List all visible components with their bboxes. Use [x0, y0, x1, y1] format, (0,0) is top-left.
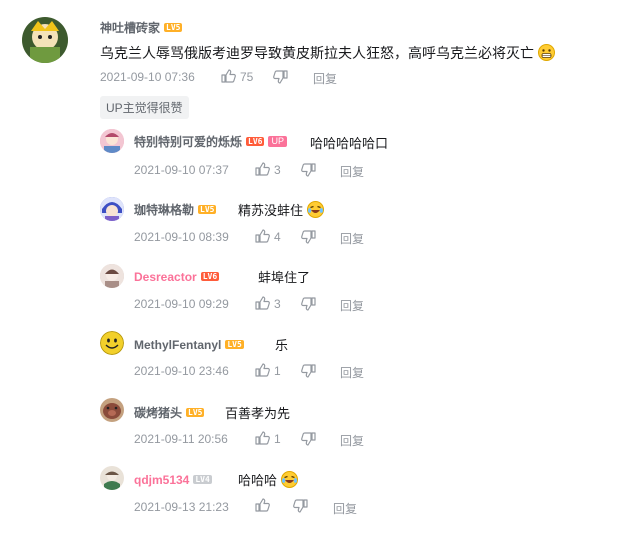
reply-time: 2021-09-11 20:56 — [134, 432, 228, 446]
reply-username-row: Desreactor LV6 — [134, 268, 220, 286]
like-icon[interactable] — [255, 363, 270, 377]
level-badge: LV5 — [198, 205, 217, 215]
level-badge: LV5 — [225, 340, 244, 350]
reply-button[interactable]: 回复 — [340, 364, 364, 381]
reply-text: 哈哈哈 — [238, 473, 278, 488]
reply-avatar[interactable] — [100, 398, 124, 422]
dislike-icon[interactable] — [301, 432, 316, 446]
reply-username[interactable]: 珈特琳格勒 — [134, 203, 194, 217]
main-comment-text-row: 乌克兰人辱骂俄版考迪罗导致黄皮斯拉夫人狂怒，高呼乌克兰必将灭亡 — [100, 43, 555, 63]
reply-avatar[interactable] — [100, 466, 124, 490]
level-badge: LV4 — [193, 475, 212, 485]
reply-text: 哈哈哈哈哈口 — [310, 136, 389, 151]
like-icon[interactable] — [255, 498, 270, 512]
reply-button[interactable]: 回复 — [333, 500, 357, 517]
reply-time: 2021-09-10 23:46 — [134, 364, 229, 378]
reply-username[interactable]: qdjm5134 — [134, 473, 189, 487]
reply-username-row: qdjm5134 LV4 — [134, 471, 212, 489]
dislike-icon[interactable] — [293, 499, 308, 513]
laugh-cry-emoji — [280, 471, 298, 488]
reply-button[interactable]: 回复 — [340, 297, 364, 314]
reply-like-count: 1 — [274, 364, 281, 378]
reply-avatar[interactable] — [100, 264, 124, 288]
reply-text-row: 精苏没蚌住 — [238, 200, 324, 219]
like-icon[interactable] — [255, 162, 270, 176]
reply-like-count: 3 — [274, 297, 281, 311]
reply-username-row: MethylFentanyl LV5 — [134, 336, 244, 354]
dislike-icon[interactable] — [301, 163, 316, 177]
dislike-icon[interactable] — [301, 230, 316, 244]
reply-text: 百善孝为先 — [225, 406, 291, 421]
main-time: 2021-09-10 07:36 — [100, 70, 195, 84]
reply-username-row: 碳烤猪头 LV5 — [134, 404, 205, 422]
reply-avatar[interactable] — [100, 197, 124, 221]
reply-avatar[interactable] — [100, 129, 124, 153]
reply-button[interactable]: 回复 — [340, 432, 364, 449]
reply-time: 2021-09-10 07:37 — [134, 163, 229, 177]
reply-username[interactable]: MethylFentanyl — [134, 338, 221, 352]
level-badge: LV5 — [164, 23, 183, 33]
reply-username-row: 珈特琳格勒 LV5 — [134, 201, 217, 219]
reply-text-row: 哈哈哈 — [238, 470, 298, 489]
reply-like-count: 4 — [274, 230, 281, 244]
reply-button[interactable]: 回复 — [340, 230, 364, 247]
reply-text: 蚌埠住了 — [258, 270, 311, 285]
reply-avatar[interactable] — [100, 331, 124, 355]
laugh-cry-emoji — [306, 201, 324, 218]
main-username-row: 神吐槽砖家 LV5 — [100, 19, 183, 37]
reply-time: 2021-09-10 09:29 — [134, 297, 229, 311]
reply-text: 精苏没蚌住 — [238, 203, 304, 218]
up-liked-tag: UP主觉得很赞 — [100, 96, 189, 119]
level-badge: LV5 — [186, 408, 205, 418]
like-icon[interactable] — [255, 296, 270, 310]
like-icon[interactable] — [221, 69, 236, 83]
reply-text: 乐 — [275, 338, 289, 353]
dislike-icon[interactable] — [301, 297, 316, 311]
reply-username[interactable]: 碳烤猪头 — [134, 406, 182, 420]
reply-button[interactable]: 回复 — [340, 163, 364, 180]
level-badge: LV6 — [246, 137, 265, 147]
reply-like-count: 3 — [274, 163, 281, 177]
reply-username[interactable]: 特别特别可爱的烁烁 — [134, 135, 242, 149]
reply-time: 2021-09-13 21:23 — [134, 500, 229, 514]
main-comment-text: 乌克兰人辱骂俄版考迪罗导致黄皮斯拉夫人狂怒，高呼乌克兰必将灭亡 — [100, 45, 534, 61]
reply-username[interactable]: Desreactor — [134, 270, 197, 284]
main-avatar[interactable] — [22, 17, 68, 63]
dislike-icon[interactable] — [273, 70, 288, 84]
main-username[interactable]: 神吐槽砖家 — [100, 21, 160, 35]
reply-like-count: 1 — [274, 432, 281, 446]
level-badge: LV6 — [200, 272, 220, 282]
dislike-icon[interactable] — [301, 364, 316, 378]
like-icon[interactable] — [255, 431, 270, 445]
grin-emoji — [537, 44, 555, 61]
reply-time: 2021-09-10 08:39 — [134, 230, 229, 244]
like-icon[interactable] — [255, 229, 270, 243]
main-like-count: 75 — [240, 70, 254, 84]
reply-username-row: 特别特别可爱的烁烁 LV6 UP — [134, 133, 287, 151]
up-badge: UP — [268, 136, 287, 148]
main-reply-button[interactable]: 回复 — [313, 70, 337, 87]
